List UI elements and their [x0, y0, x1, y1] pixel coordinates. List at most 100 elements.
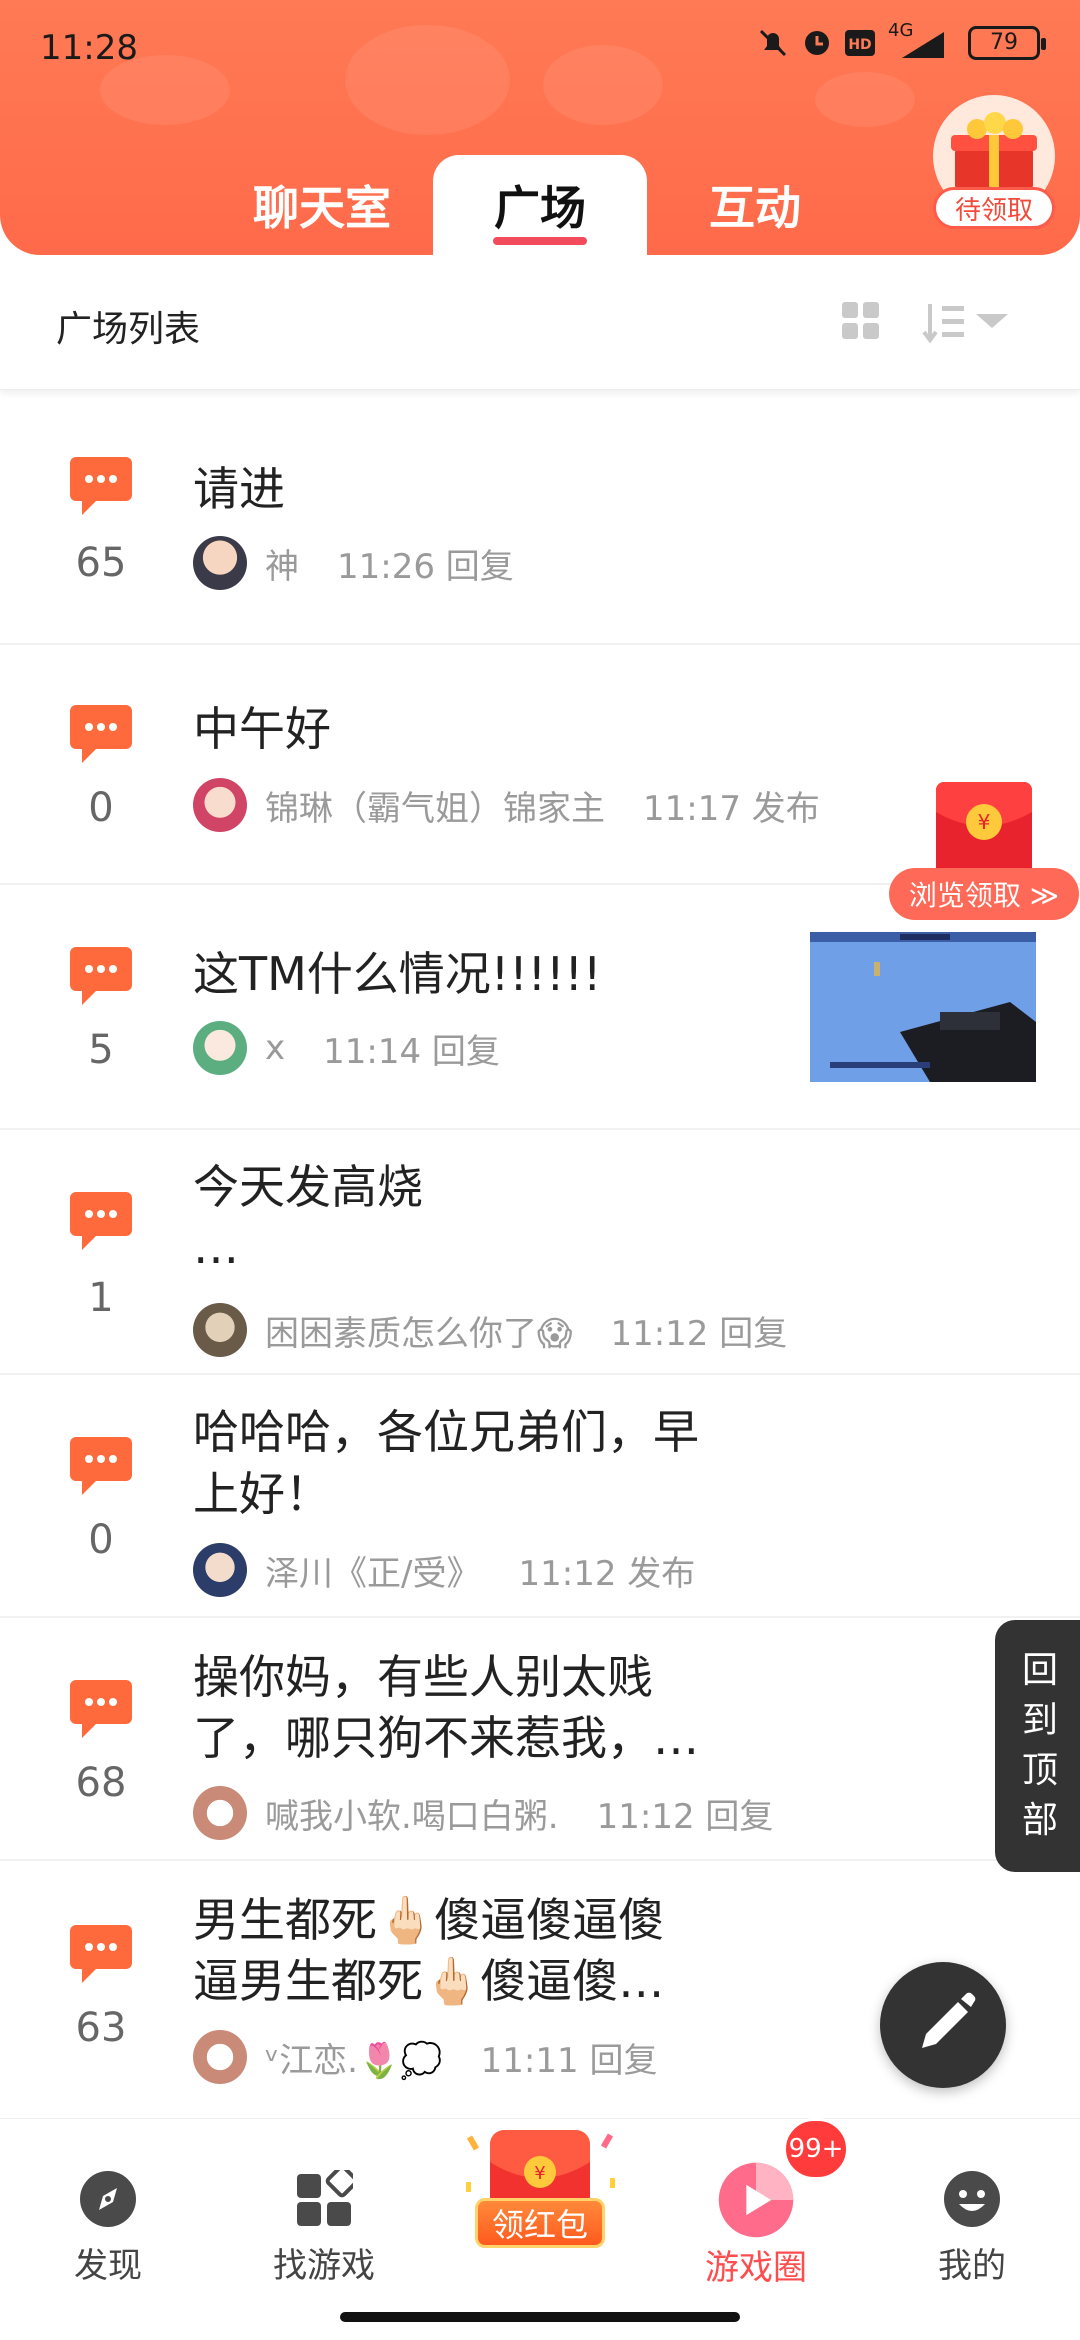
comment-bubble-icon: [70, 1680, 132, 1738]
post-title: 哈哈哈，各位兄弟们，早: [193, 1405, 699, 1459]
svg-text:¥: ¥: [534, 2163, 545, 2184]
post-item[interactable]: 0 哈哈哈，各位兄弟们，早 上好！ 泽川《正/受》 11:12 发布: [0, 1375, 1080, 1618]
post-time: 11:11 回复: [480, 2040, 658, 2081]
nav-mine[interactable]: 我的: [892, 2130, 1052, 2287]
nav-red-packet[interactable]: ¥ 领红包: [460, 2122, 620, 2282]
pending-gift-button[interactable]: 待领取: [933, 95, 1055, 235]
post-thumbnail[interactable]: [810, 932, 1036, 1082]
avatar[interactable]: [193, 1786, 247, 1840]
avatar[interactable]: [193, 1303, 247, 1357]
back-to-top-char: 顶: [1021, 1750, 1058, 1791]
signal-icon: 4G: [888, 20, 948, 60]
post-title: 这TM什么情况!!!!!!: [193, 947, 602, 1001]
post-meta: 神 11:26 回复: [193, 535, 514, 591]
compass-icon: [80, 2171, 136, 2227]
post-author[interactable]: 神: [265, 539, 299, 588]
comment-bubble-icon: [70, 1925, 132, 1983]
active-tab-indicator: [493, 237, 587, 245]
comment-count: 0: [88, 1517, 114, 1563]
post-author[interactable]: ᵛ江恋.🌷💭: [265, 2033, 443, 2082]
nav-label: 游戏圈: [705, 2248, 807, 2288]
game-circle-icon: [718, 2162, 794, 2238]
mute-bell-icon: [759, 29, 787, 57]
post-time: 11:12 回复: [610, 1313, 788, 1354]
post-title: 今天发高烧: [193, 1160, 423, 1214]
post-item[interactable]: 0 中午好 锦琳（霸气姐）锦家主 11:17 发布: [0, 645, 1080, 885]
gift-label: 待领取: [933, 187, 1055, 229]
avatar[interactable]: [193, 2030, 247, 2084]
post-title: 中午好: [193, 702, 331, 756]
avatar[interactable]: [193, 778, 247, 832]
games-grid-icon: [297, 2170, 353, 2226]
hd-icon: HD: [845, 30, 875, 56]
post-title: 操你妈，有些人别太贱: [193, 1650, 653, 1704]
nav-label: 找游戏: [273, 2246, 375, 2286]
comment-count: 0: [88, 785, 114, 831]
post-time: 11:12 发布: [518, 1553, 696, 1594]
post-author[interactable]: 泽川《正/受》: [265, 1546, 480, 1595]
back-to-top-button[interactable]: 回 到 顶 部: [995, 1620, 1080, 1872]
comment-count: 65: [75, 540, 127, 586]
comment-bubble-icon: [70, 705, 132, 763]
post-author[interactable]: 喊我小软.喝口白粥.: [265, 1789, 559, 1838]
status-icons: HD 4G 79: [756, 20, 1046, 60]
comment-bubble-icon: [70, 947, 132, 1005]
comment-count: 5: [88, 1027, 114, 1073]
post-time: 11:12 回复: [596, 1796, 774, 1837]
post-time: 11:26 回复: [337, 546, 514, 587]
svg-text:¥: ¥: [978, 810, 991, 834]
avatar[interactable]: [193, 1021, 247, 1075]
post-meta: 喊我小软.喝口白粥. 11:12 回复: [193, 1785, 773, 1841]
pencil-icon: [922, 1992, 976, 2048]
alarm-icon: [805, 31, 829, 55]
avatar[interactable]: [193, 536, 247, 590]
comment-count: 63: [75, 2005, 127, 2051]
post-meta: 困困素质怎么你了😱 11:12 回复: [193, 1302, 787, 1358]
post-title: 请进: [193, 462, 285, 516]
post-author[interactable]: x: [265, 1028, 285, 1068]
comment-bubble-icon: [70, 1437, 132, 1495]
comment-bubble-icon: [70, 1192, 132, 1250]
nav-label: 发现: [74, 2246, 142, 2286]
post-author[interactable]: 困困素质怎么你了😱: [265, 1306, 572, 1355]
status-bar: 11:28 HD 4G 79: [0, 0, 1080, 95]
post-item[interactable]: 65 请进 神 11:26 回复: [0, 395, 1080, 645]
post-title: 男生都死🖕🏻傻逼傻逼傻: [193, 1893, 665, 1947]
red-packet-label: 领红包: [475, 2198, 605, 2248]
post-author[interactable]: 锦琳（霸气姐）锦家主: [265, 781, 605, 830]
back-to-top-char: 到: [1021, 1700, 1058, 1741]
post-title-line2: 逼男生都死🖕🏻傻逼傻…: [193, 1954, 665, 2008]
home-indicator[interactable]: [340, 2312, 740, 2322]
post-time: 11:17 发布: [643, 788, 820, 829]
post-meta: 泽川《正/受》 11:12 发布: [193, 1542, 695, 1598]
grid-view-icon[interactable]: [842, 302, 880, 340]
notification-badge: 99+: [783, 2118, 849, 2180]
tab-chatroom[interactable]: 聊天室: [232, 155, 412, 255]
post-meta: ᵛ江恋.🌷💭 11:11 回复: [193, 2029, 657, 2085]
tab-interaction[interactable]: 互动: [665, 155, 845, 255]
post-item[interactable]: 1 今天发高烧 … 困困素质怎么你了😱 11:12 回复: [0, 1130, 1080, 1375]
comment-count: 1: [88, 1275, 114, 1321]
avatar[interactable]: [193, 1543, 247, 1597]
post-title-line2: 了，哪只狗不来惹我，…: [193, 1711, 699, 1765]
battery-icon: 79: [968, 26, 1046, 60]
sort-menu-icon[interactable]: [922, 300, 1012, 344]
browse-claim-button[interactable]: 浏览领取 ≫: [889, 868, 1079, 920]
nav-find-games[interactable]: 找游戏: [244, 2130, 404, 2287]
post-time: 11:14 回复: [323, 1031, 500, 1072]
comment-count: 68: [75, 1760, 127, 1806]
list-title: 广场列表: [56, 309, 201, 350]
svg-text:HD: HD: [848, 37, 871, 53]
list-header: 广场列表: [0, 260, 1080, 390]
nav-discover[interactable]: 发现: [28, 2130, 188, 2287]
back-to-top-char: 部: [1021, 1800, 1058, 1841]
compose-post-button[interactable]: [880, 1962, 1006, 2088]
post-meta: x 11:14 回复: [193, 1020, 500, 1076]
profile-face-icon: [944, 2171, 1000, 2227]
nav-label: 我的: [938, 2246, 1006, 2286]
comment-bubble-icon: [70, 457, 132, 515]
post-item[interactable]: 68 操你妈，有些人别太贱 了，哪只狗不来惹我，… 喊我小软.喝口白粥. 11:…: [0, 1618, 1080, 1861]
battery-level: 79: [990, 30, 1018, 55]
post-title-line2: …: [193, 1220, 239, 1274]
status-time: 11:28: [40, 28, 138, 68]
